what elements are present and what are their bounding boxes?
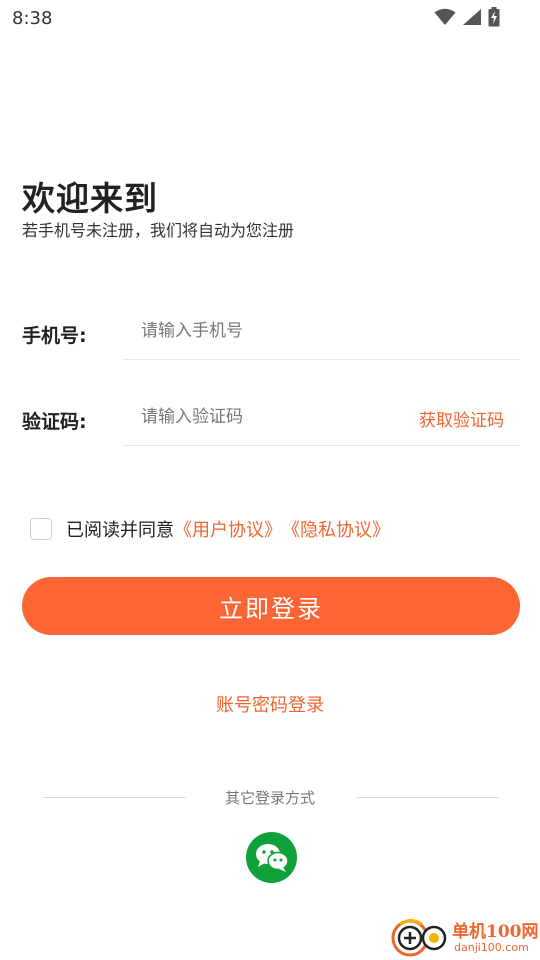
watermark-url: danji100.com [454,941,529,954]
get-code-button[interactable]: 获取验证码 [419,406,504,431]
password-login-row: 账号密码登录 [0,691,540,717]
page-subtitle: 若手机号未注册，我们将自动为您注册 [22,221,295,240]
cell-signal-icon [463,9,481,25]
wifi-icon [434,8,456,25]
divider-right [356,797,499,798]
watermark-logo-icon [391,919,447,957]
code-label: 验证码: [22,411,87,433]
status-icons [434,7,500,27]
status-time: 8:38 [12,8,53,29]
phone-input[interactable] [123,302,520,360]
user-agreement-link[interactable]: 《用户协议》 [174,516,282,542]
watermark-name: 单机100网 [452,922,539,942]
wechat-login-button[interactable] [246,832,297,883]
status-bar: 8:38 [0,0,540,36]
code-row: 验证码: 获取验证码 [22,388,520,448]
battery-icon [488,7,500,27]
page-title: 欢迎来到 [22,179,158,218]
wechat-icon [255,843,289,872]
password-login-link[interactable]: 账号密码登录 [216,695,324,716]
agree-checkbox[interactable] [30,518,52,540]
phone-label: 手机号: [22,325,87,347]
watermark: 单机100网 danji100.com [390,915,540,960]
agreement-text: 已阅读并同意 [66,520,174,541]
phone-row: 手机号: [22,302,520,362]
privacy-policy-link[interactable]: 《隐私协议》 [282,516,390,542]
agreement-row: 已阅读并同意 《用户协议》 《隐私协议》 [30,516,390,542]
login-button[interactable]: 立即登录 [22,577,520,635]
